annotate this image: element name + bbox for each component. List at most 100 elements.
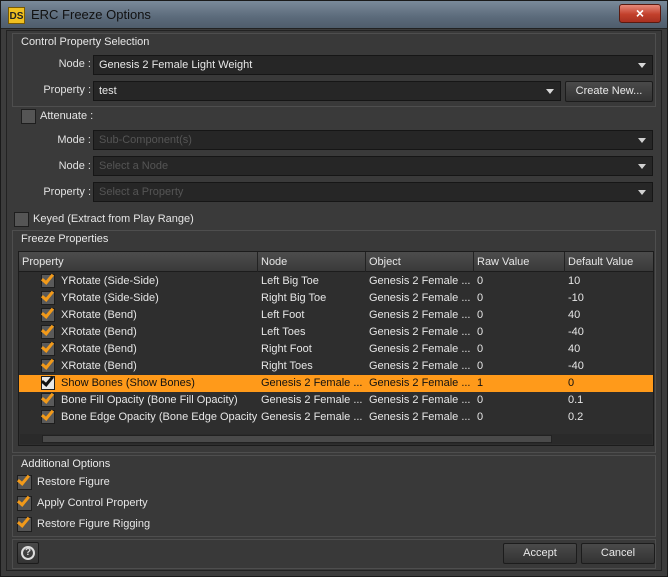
close-icon: × [635, 5, 645, 21]
row-checkbox[interactable] [40, 288, 55, 305]
column-header-node[interactable]: Node [258, 252, 366, 272]
cell-property: XRotate (Bend) [61, 360, 137, 372]
node-label: Node : [58, 58, 91, 70]
row-checkbox[interactable] [40, 407, 55, 424]
checkmark-icon [16, 472, 31, 486]
cell-node: Right Big Toe [261, 292, 327, 304]
checkmark-icon [40, 339, 55, 353]
table-row[interactable]: Show Bones (Show Bones) Genesis 2 Female … [19, 373, 653, 392]
cell-raw: 0 [477, 360, 484, 372]
table-header: Property Node Object Raw Value Default V… [19, 252, 653, 272]
cell-default: 0.1 [568, 394, 584, 406]
help-button[interactable]: ? [17, 542, 39, 564]
column-header-object[interactable]: Object [366, 252, 474, 272]
column-header-property[interactable]: Property [19, 252, 258, 272]
checkmark-icon [40, 305, 55, 319]
cell-node: Left Toes [261, 326, 306, 338]
checkmark-icon [40, 322, 55, 336]
cell-default: 0.2 [568, 411, 584, 423]
node-select-value: Genesis 2 Female Light Weight [99, 59, 253, 71]
attenuate-node-select[interactable]: Select a Node [93, 156, 653, 176]
cell-default: 10 [568, 275, 581, 287]
checkmark-icon [40, 271, 55, 285]
checkmark-icon [40, 407, 55, 421]
cell-default: 40 [568, 343, 581, 355]
apply-control-property-label: Apply Control Property [37, 497, 148, 509]
help-icon: ? [21, 546, 35, 560]
checkmark-icon [16, 493, 31, 507]
cell-property: YRotate (Side-Side) [61, 292, 159, 304]
chevron-down-icon [638, 164, 646, 169]
cell-default: -40 [568, 360, 584, 372]
scrollbar-thumb[interactable] [42, 435, 552, 443]
create-new-button[interactable]: Create New... [565, 81, 653, 102]
keyed-checkbox[interactable] [14, 212, 29, 227]
cell-node: Left Big Toe [261, 275, 319, 287]
cell-default: -10 [568, 292, 584, 304]
cell-object: Genesis 2 Female ... [369, 411, 471, 423]
accept-button[interactable]: Accept [503, 543, 577, 564]
cell-object: Genesis 2 Female ... [369, 343, 471, 355]
cell-node: Right Toes [261, 360, 313, 372]
property-select[interactable]: test [93, 81, 561, 101]
close-button[interactable]: × [619, 4, 661, 23]
cell-raw: 0 [477, 309, 484, 321]
cell-raw: 0 [477, 411, 484, 423]
chevron-down-icon [638, 190, 646, 195]
row-checkbox[interactable] [40, 271, 55, 288]
row-checkbox[interactable] [40, 305, 55, 322]
attenuate-property-placeholder: Select a Property [99, 186, 184, 198]
freeze-properties-group-title: Freeze Properties [21, 233, 109, 245]
apply-control-property-checkbox[interactable] [16, 493, 32, 511]
daz-studio-app-icon: DS [8, 7, 25, 24]
horizontal-scrollbar[interactable] [20, 434, 652, 444]
attenuate-label: Attenuate : [40, 110, 94, 122]
additional-options-group-title: Additional Options [21, 458, 111, 470]
title-bar[interactable]: DS ERC Freeze Options × [1, 1, 667, 29]
attenuate-property-label: Property : [43, 186, 91, 198]
cancel-button[interactable]: Cancel [581, 543, 655, 564]
attenuate-property-select[interactable]: Select a Property [93, 182, 653, 202]
cell-property: Bone Fill Opacity (Bone Fill Opacity) [61, 394, 238, 406]
table-row[interactable]: XRotate (Bend) Left Toes Genesis 2 Female … [19, 322, 653, 341]
freeze-properties-table[interactable]: Property Node Object Raw Value Default V… [18, 251, 654, 446]
table-body: YRotate (Side-Side) Left Big Toe Genesis 2… [19, 271, 653, 426]
cell-raw: 1 [477, 377, 484, 389]
mode-select[interactable]: Sub-Component(s) [93, 130, 653, 150]
column-header-default-value[interactable]: Default Value [565, 252, 653, 272]
table-row[interactable]: XRotate (Bend) Left Foot Genesis 2 Female … [19, 305, 653, 324]
cell-property: YRotate (Side-Side) [61, 275, 159, 287]
cell-default: 40 [568, 309, 581, 321]
row-checkbox[interactable] [40, 373, 55, 390]
attenuate-node-placeholder: Select a Node [99, 160, 169, 172]
row-checkbox[interactable] [40, 339, 55, 356]
attenuate-node-label: Node : [58, 160, 91, 172]
checkmark-icon [40, 288, 55, 302]
restore-figure-rigging-checkbox[interactable] [16, 514, 32, 532]
row-checkbox[interactable] [40, 322, 55, 339]
cell-node: Genesis 2 Female ... [261, 394, 363, 406]
table-row[interactable]: YRotate (Side-Side) Left Big Toe Genesis 2… [19, 271, 653, 290]
dialog-body: Control Property Selection Node : Genesi… [6, 30, 662, 571]
attenuate-checkbox[interactable] [21, 109, 36, 124]
restore-figure-label: Restore Figure [37, 476, 110, 488]
cell-object: Genesis 2 Female ... [369, 394, 471, 406]
restore-figure-checkbox[interactable] [16, 472, 32, 490]
control-property-group-title: Control Property Selection [21, 36, 150, 48]
cell-object: Genesis 2 Female ... [369, 377, 471, 389]
table-row[interactable]: XRotate (Bend) Right Foot Genesis 2 Female… [19, 339, 653, 358]
row-checkbox[interactable] [40, 356, 55, 373]
chevron-down-icon [546, 89, 554, 94]
table-row[interactable]: Bone Edge Opacity (Bone Edge Opacity) Gen… [19, 407, 653, 426]
column-header-raw-value[interactable]: Raw Value [474, 252, 565, 272]
table-row[interactable]: YRotate (Side-Side) Right Big Toe Genesis … [19, 288, 653, 307]
checkmark-icon [40, 373, 55, 387]
table-row[interactable]: XRotate (Bend) Right Toes Genesis 2 Female… [19, 356, 653, 375]
table-row[interactable]: Bone Fill Opacity (Bone Fill Opacity) Gen… [19, 390, 653, 409]
cell-property: XRotate (Bend) [61, 326, 137, 338]
node-select[interactable]: Genesis 2 Female Light Weight [93, 55, 653, 75]
property-label: Property : [43, 84, 91, 96]
row-checkbox[interactable] [40, 390, 55, 407]
chevron-down-icon [638, 138, 646, 143]
cell-property: XRotate (Bend) [61, 309, 137, 321]
